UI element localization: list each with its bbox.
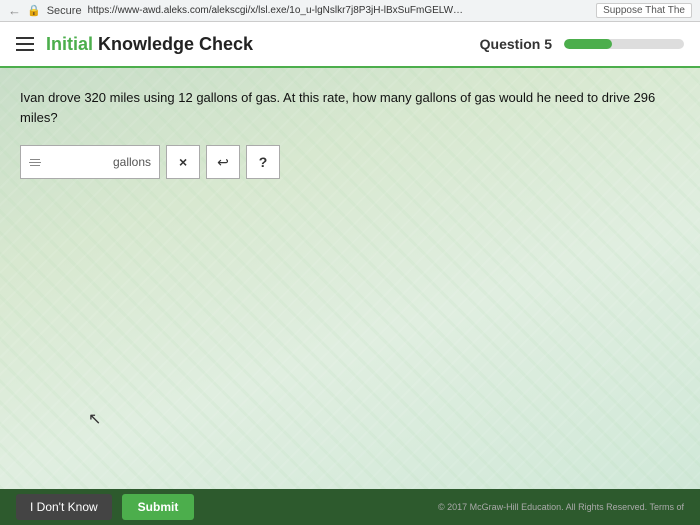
question-text: Ivan drove 320 miles using 12 gallons of… <box>20 88 680 127</box>
url-bar[interactable]: https://www-awd.aleks.com/alekscgi/x/lsl… <box>88 5 468 16</box>
fraction-icon <box>29 159 41 166</box>
clear-button[interactable]: × <box>166 145 200 179</box>
header-left: Initial Knowledge Check <box>16 34 253 55</box>
browser-tab[interactable]: Suppose That The <box>596 3 692 18</box>
title-initial: Initial <box>46 34 93 54</box>
browser-bar: ← 🔒 Secure https://www-awd.aleks.com/ale… <box>0 0 700 22</box>
answer-row: gallons × ↩ ? <box>20 145 680 179</box>
unit-label: gallons <box>113 155 151 169</box>
hamburger-menu-button[interactable] <box>16 37 34 51</box>
secure-label: Secure <box>47 5 82 17</box>
app-title: Initial Knowledge Check <box>46 34 253 55</box>
main-content: Ivan drove 320 miles using 12 gallons of… <box>0 68 700 489</box>
answer-input[interactable] <box>47 155 107 170</box>
progress-fill <box>564 39 612 49</box>
question-area: Ivan drove 320 miles using 12 gallons of… <box>0 68 700 189</box>
secure-icon: 🔒 <box>27 4 41 17</box>
footer-copyright: © 2017 McGraw-Hill Education. All Rights… <box>438 502 684 512</box>
progress-bar <box>564 39 684 49</box>
back-button[interactable]: ← <box>8 3 21 18</box>
footer-left: I Don't Know Submit <box>16 494 194 520</box>
hint-button[interactable]: ? <box>246 145 280 179</box>
undo-button[interactable]: ↩ <box>206 145 240 179</box>
submit-button[interactable]: Submit <box>122 494 195 520</box>
dont-know-button[interactable]: I Don't Know <box>16 494 112 520</box>
footer-bar: I Don't Know Submit © 2017 McGraw-Hill E… <box>0 489 700 525</box>
question-number: Question 5 <box>480 36 552 52</box>
header-right: Question 5 <box>480 36 684 52</box>
app-header: Initial Knowledge Check Question 5 <box>0 22 700 68</box>
answer-input-wrapper: gallons <box>20 145 160 179</box>
title-rest: Knowledge Check <box>93 34 253 54</box>
